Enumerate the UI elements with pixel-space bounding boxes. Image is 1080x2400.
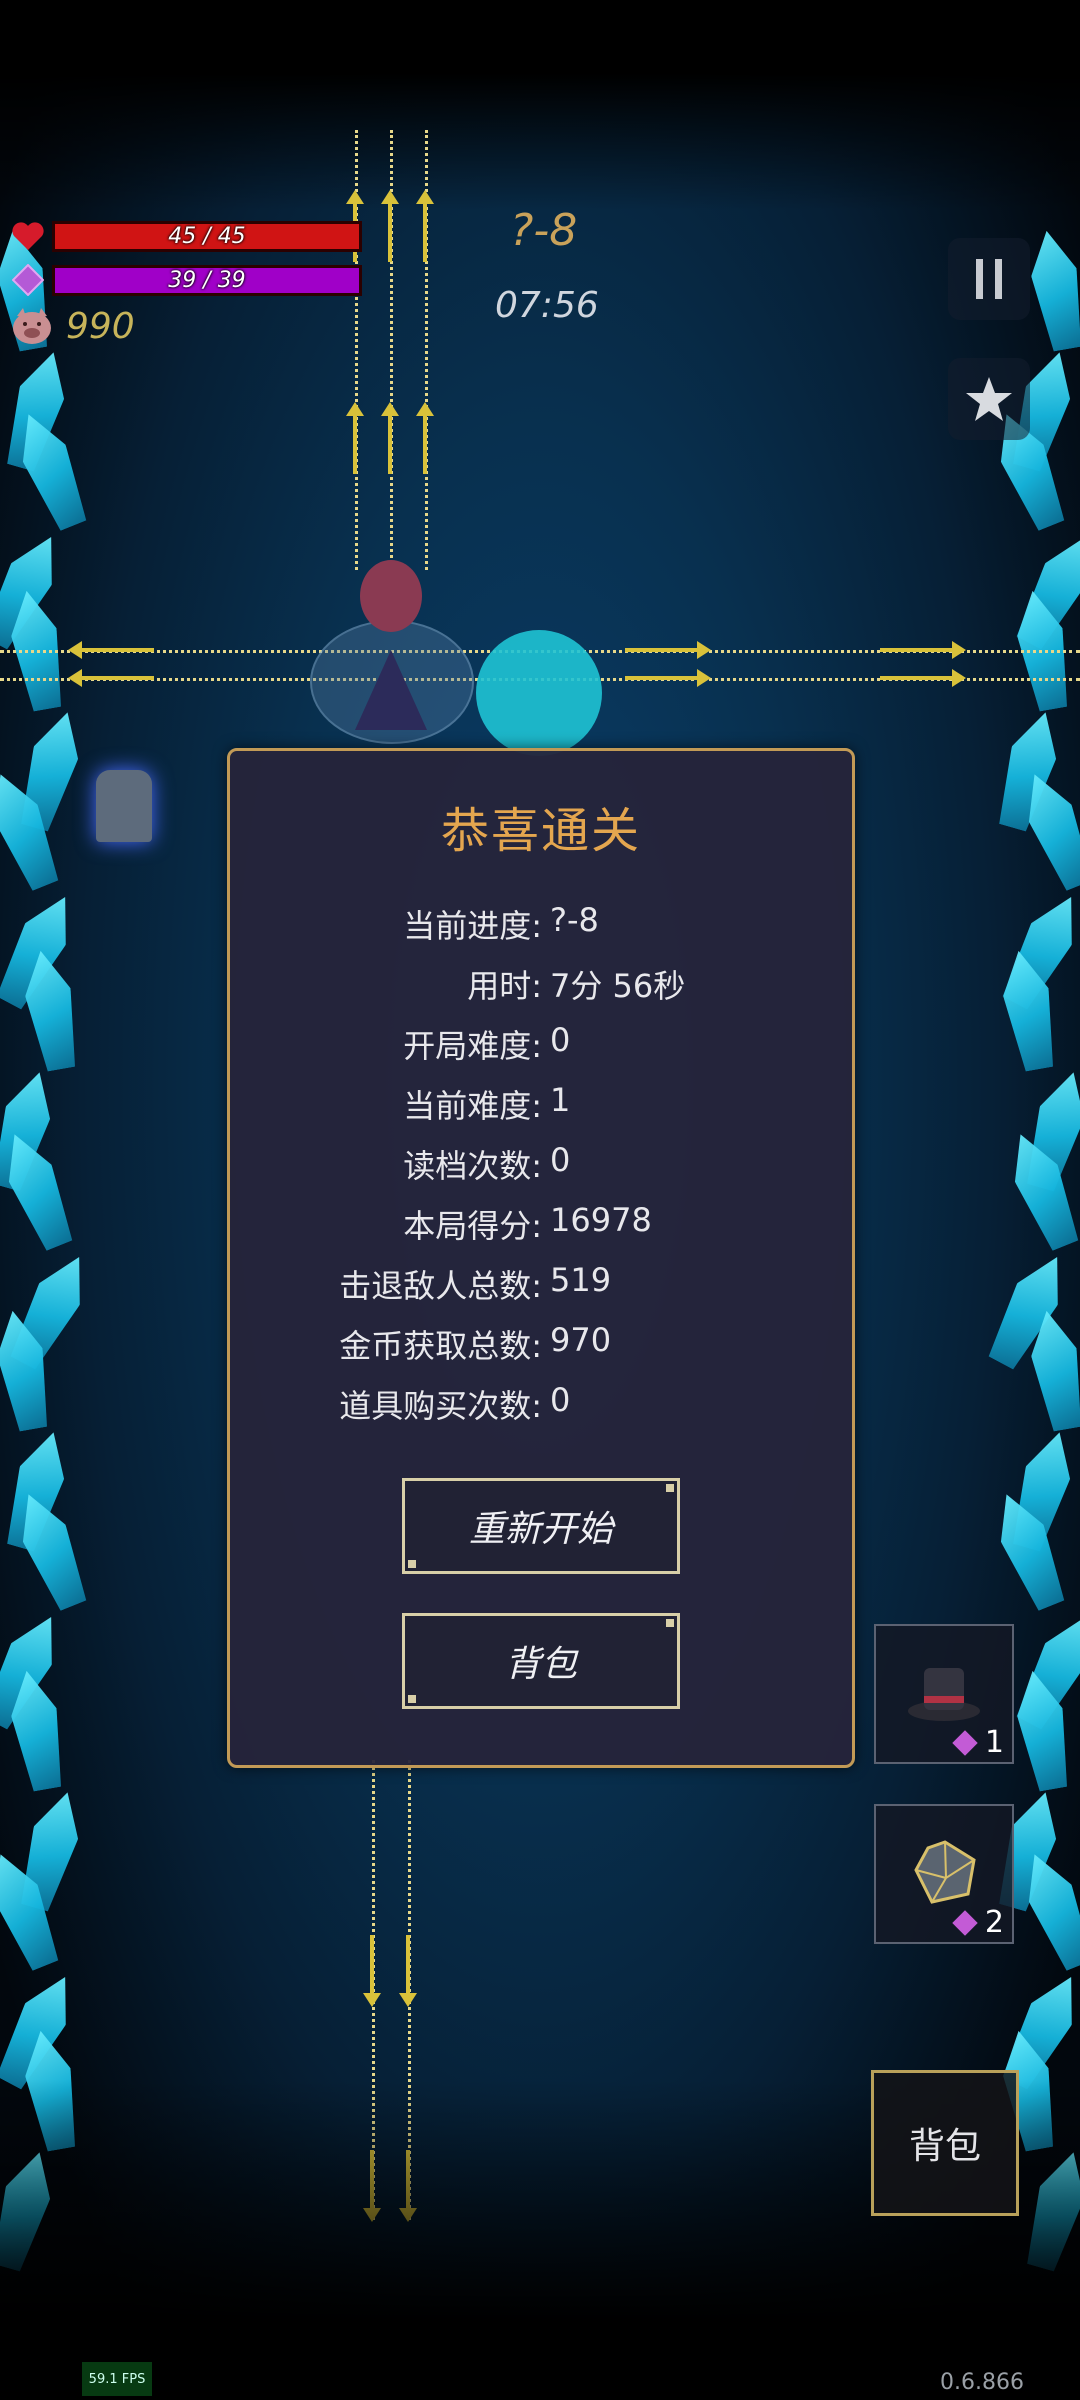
favorite-button[interactable] (948, 358, 1030, 440)
stat-label: 金币获取总数: (339, 1327, 542, 1365)
pause-button[interactable] (948, 238, 1030, 320)
arrow-down-icon (399, 1935, 417, 2007)
level-indicator: ?-8 (510, 205, 578, 256)
dialog-bag-button[interactable]: 背包 (402, 1613, 680, 1709)
stat-value: 0 (550, 1021, 571, 1059)
heart-icon (10, 218, 46, 254)
left-crystal-wall (0, 230, 90, 2210)
stat-value: 970 (550, 1321, 612, 1359)
stat-value: 16978 (550, 1201, 652, 1239)
stat-value: 519 (550, 1261, 612, 1299)
stat-row-score: 本局得分: 16978 (230, 1201, 852, 1245)
hp-row: 45 / 45 (10, 218, 362, 254)
top-shadow (0, 0, 1080, 210)
fps-counter: 59.1 FPS (82, 2362, 152, 2396)
star-icon (966, 377, 1012, 421)
energy-orb (476, 630, 602, 756)
level-complete-dialog: 恭喜通关 当前进度: ?-8 用时: 7分 56秒 开局难度: 0 当前难度: … (227, 748, 855, 1768)
mp-text: 39 / 39 (168, 267, 246, 293)
arrow-right-icon (625, 669, 711, 687)
arrow-right-icon (880, 641, 966, 659)
mp-bar: 39 / 39 (52, 264, 362, 296)
coins-row: 990 (10, 304, 135, 348)
gem-icon (952, 1910, 978, 1936)
arrow-left-icon (68, 641, 154, 659)
item-slot-hat[interactable]: 1 (874, 1624, 1014, 1764)
stat-row-load-count: 读档次数: 0 (230, 1141, 852, 1185)
arrow-up-icon (346, 402, 364, 474)
stat-label: 本局得分: (403, 1207, 542, 1245)
arrow-right-icon (880, 669, 966, 687)
stat-label: 击退敌人总数: (339, 1267, 542, 1305)
arrow-up-icon (416, 402, 434, 474)
pause-icon (976, 259, 1002, 299)
pig-icon (10, 304, 54, 348)
stat-label: 读档次数: (403, 1147, 542, 1185)
stat-row-start-difficulty: 开局难度: 0 (230, 1021, 852, 1065)
mp-row: 39 / 39 (10, 262, 362, 298)
polyhedron-dice-icon (914, 1840, 976, 1904)
crystal-shard (1024, 227, 1080, 353)
stat-label: 道具购买次数: (339, 1387, 542, 1425)
stat-value: 1 (550, 1081, 571, 1119)
game-timer: 07:56 (495, 285, 599, 326)
restart-button[interactable]: 重新开始 (402, 1478, 680, 1574)
arrow-right-icon (625, 641, 711, 659)
item-count: 2 (984, 1905, 1004, 1940)
stat-value: 0 (550, 1381, 571, 1419)
stat-row-current-difficulty: 当前难度: 1 (230, 1081, 852, 1125)
stat-label: 开局难度: (403, 1027, 542, 1065)
stat-row-purchases: 道具购买次数: 0 (230, 1381, 852, 1425)
player-character (310, 560, 474, 750)
arrow-up-icon (381, 402, 399, 474)
arrow-left-icon (68, 669, 154, 687)
top-hat-icon (908, 1668, 980, 1721)
stat-value: 0 (550, 1141, 571, 1179)
version-label: 0.6.866 (940, 2370, 1024, 2395)
stat-row-progress: 当前进度: ?-8 (230, 901, 852, 945)
stat-label: 当前难度: (403, 1087, 542, 1125)
coin-count: 990 (66, 305, 135, 347)
stat-value: 7分 56秒 (550, 967, 686, 1005)
stat-label: 当前进度: (403, 907, 542, 945)
bag-button[interactable]: 背包 (871, 2070, 1019, 2216)
hp-bar: 45 / 45 (52, 220, 362, 252)
dialog-title: 恭喜通关 (440, 803, 641, 859)
tombstone-enemy (96, 770, 152, 842)
arrow-up-icon (381, 190, 399, 262)
diamond-gem-icon (10, 262, 46, 298)
hp-text: 45 / 45 (168, 223, 246, 249)
stat-row-enemies: 击退敌人总数: 519 (230, 1261, 852, 1305)
arrow-up-icon (416, 190, 434, 262)
arrow-down-icon (363, 1935, 381, 2007)
gem-icon (952, 1730, 978, 1756)
stat-label: 用时: (467, 967, 542, 1005)
stat-row-time: 用时: 7分 56秒 (230, 961, 852, 1005)
item-slot-dice[interactable]: 2 (874, 1804, 1014, 1944)
item-count: 1 (984, 1725, 1004, 1760)
stat-row-coins: 金币获取总数: 970 (230, 1321, 852, 1365)
stat-value: ?-8 (550, 901, 599, 939)
